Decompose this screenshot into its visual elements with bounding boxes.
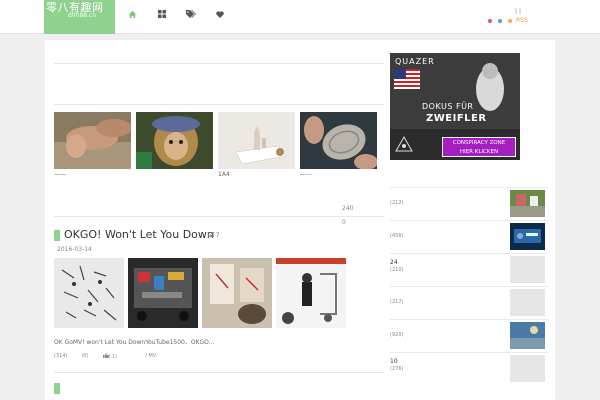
item-thumb[interactable] xyxy=(510,190,545,217)
item-thumb[interactable] xyxy=(510,322,545,349)
ad-cta-button[interactable]: CONSPIRACY ZONE HIER KLICKEN xyxy=(442,137,516,157)
gallery-image[interactable] xyxy=(128,258,198,328)
popular-list: (212) (458) 24 (210) (217) (920) 10 (276… xyxy=(390,187,548,385)
site-domain: d0088.cn xyxy=(68,12,97,19)
post-excerpt: OK GoMV! won't Let You DownYouTube1500、O… xyxy=(54,339,215,346)
title-accent xyxy=(54,230,60,241)
main-container: —— 1A4 —— 240 0 OKGO! Won't Let You Down… xyxy=(45,40,555,400)
divider xyxy=(54,372,384,373)
views-count: (314) xyxy=(54,353,68,359)
site-logo[interactable]: 零八有趣网 d0088.cn xyxy=(44,0,115,34)
image-count-value: 7 xyxy=(215,232,220,239)
post-title[interactable]: OKGO! Won't Let You Down xyxy=(64,228,214,241)
ad-headline-1: DOKUS FÜR xyxy=(422,102,474,111)
image-icon xyxy=(208,232,215,238)
item-title: 10 xyxy=(390,358,398,365)
post-date: 2016-03-14 xyxy=(57,246,92,253)
thumb-carved-egg[interactable] xyxy=(300,112,378,170)
ad-headline-2: ZWEIFLER xyxy=(426,113,487,124)
thumb-monkey[interactable] xyxy=(136,112,213,169)
divider xyxy=(54,63,384,64)
ad-cta-line2: HIER KLICKEN xyxy=(459,149,499,155)
item-thumb[interactable] xyxy=(510,223,545,250)
heart-icon[interactable] xyxy=(205,0,234,28)
tags-icon[interactable] xyxy=(176,0,205,28)
item-thumb-placeholder[interactable] xyxy=(510,355,545,382)
list-item[interactable]: (217) xyxy=(390,286,548,319)
category-link[interactable]: / MV xyxy=(145,353,156,360)
grid-icon[interactable] xyxy=(147,0,176,28)
like-button[interactable]: ( 1) xyxy=(102,353,132,360)
thumb-paper-model[interactable] xyxy=(218,112,295,169)
thumb-caption: 1A4 xyxy=(218,171,230,178)
zero-count: 0 xyxy=(342,219,346,226)
item-title: 24 xyxy=(390,259,398,266)
next-post-accent xyxy=(54,383,60,394)
item-count: (276) xyxy=(390,366,404,372)
list-item[interactable]: (920) xyxy=(390,319,548,352)
post-meta: (314) (0) ( 1) / MV xyxy=(54,353,170,360)
gallery-image[interactable] xyxy=(202,258,272,328)
thumb-caption: —— xyxy=(54,171,66,178)
social-dot-1[interactable] xyxy=(488,18,492,23)
ad-banner[interactable]: QUAZER DOKUS FÜR ZWEIFLER CONSPIRACY ZON… xyxy=(390,53,520,160)
top-marks: | | xyxy=(515,8,521,15)
thumb-caption: —— xyxy=(300,171,312,178)
top-header: 零八有趣网 d0088.cn | | RSS xyxy=(0,0,600,34)
comments-count[interactable]: (0) xyxy=(81,353,88,360)
item-thumb-placeholder[interactable] xyxy=(510,289,545,316)
view-count: 240 xyxy=(342,205,354,212)
item-count: (212) xyxy=(390,200,404,206)
item-thumb-placeholder[interactable] xyxy=(510,256,545,283)
divider xyxy=(54,104,384,105)
divider xyxy=(54,216,384,217)
social-dot-2[interactable] xyxy=(498,18,502,23)
list-item[interactable]: (212) xyxy=(390,187,548,220)
main-nav xyxy=(118,0,234,34)
ad-brand: QUAZER xyxy=(395,57,435,66)
list-item[interactable]: 24 (210) xyxy=(390,253,548,286)
item-count: (920) xyxy=(390,332,404,338)
image-count: 7 xyxy=(208,232,220,239)
rss-link[interactable]: RSS xyxy=(516,17,528,24)
home-icon[interactable] xyxy=(118,0,147,28)
like-count: ( 1) xyxy=(108,354,118,360)
item-count: (217) xyxy=(390,299,404,305)
gallery-image[interactable] xyxy=(276,258,346,328)
social-links: RSS xyxy=(488,17,528,24)
featured-thumbs xyxy=(54,112,382,170)
list-item[interactable]: 10 (276) xyxy=(390,352,548,385)
thumb-baby-hand[interactable] xyxy=(54,112,132,169)
post-gallery xyxy=(54,258,350,328)
social-dot-3[interactable] xyxy=(508,18,512,23)
item-count: (210) xyxy=(390,267,404,273)
thumbs-up-icon xyxy=(102,353,109,358)
gallery-image[interactable] xyxy=(54,258,124,328)
ad-cta-line1: CONSPIRACY ZONE xyxy=(452,140,506,146)
list-item[interactable]: (458) xyxy=(390,220,548,253)
item-count: (458) xyxy=(390,233,404,239)
